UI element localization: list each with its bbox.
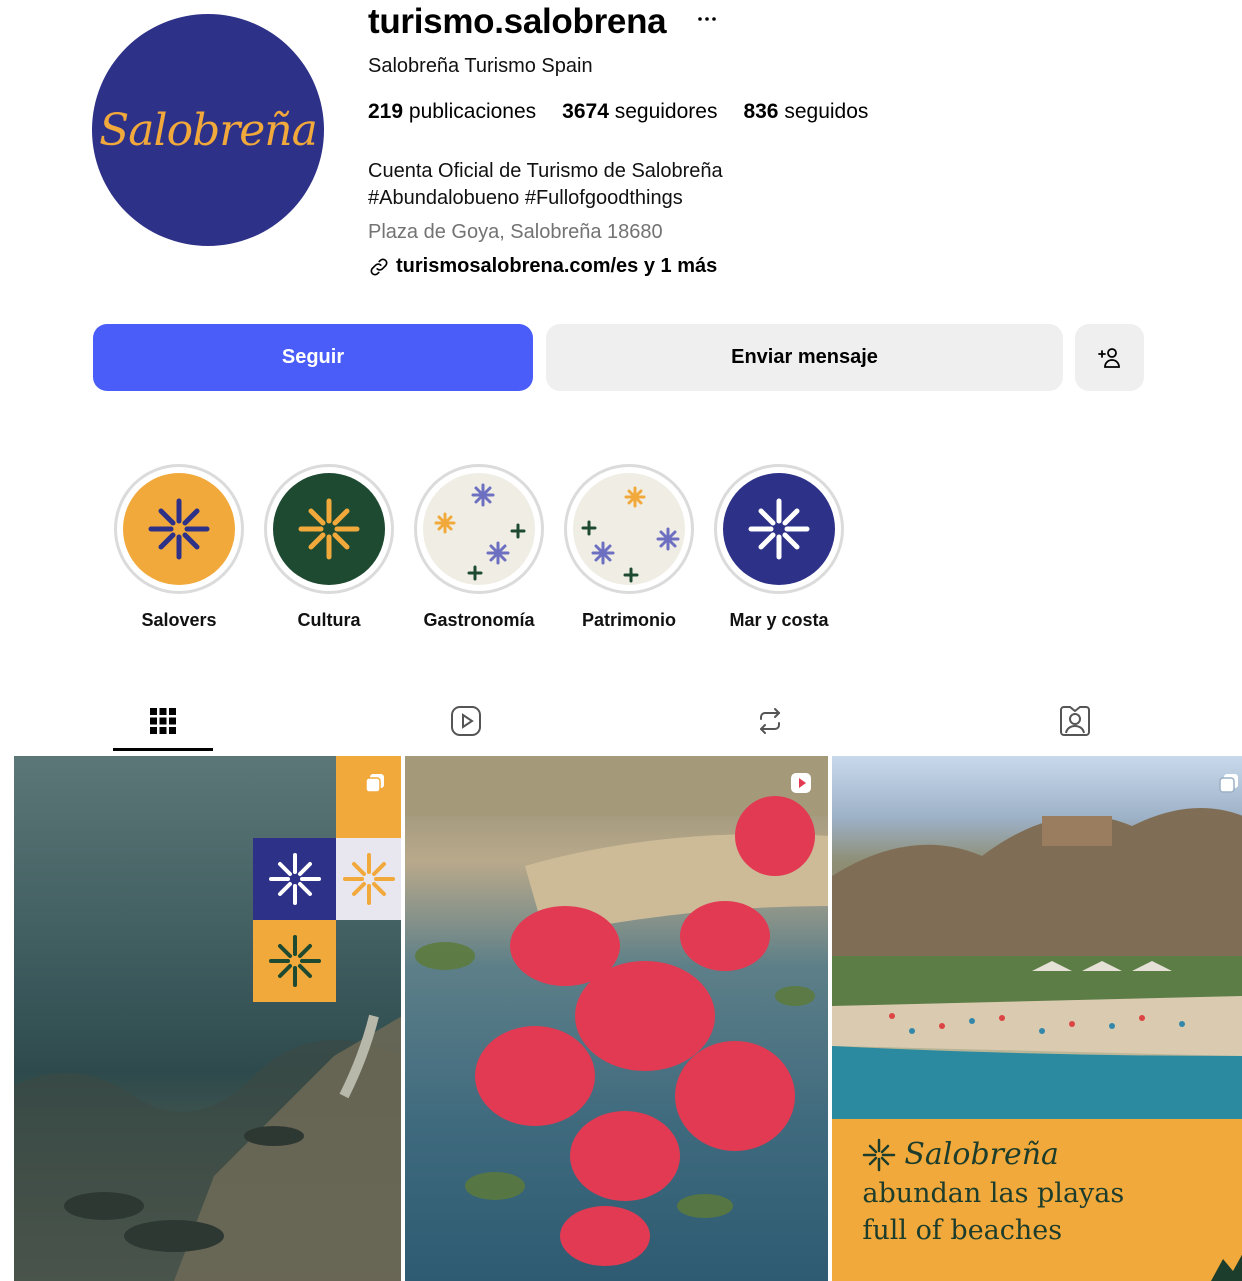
- profile-avatar[interactable]: Salobreña: [92, 14, 324, 246]
- pattern-tile: [253, 838, 336, 920]
- promo-banner: Salobreña abundan las playas full of bea…: [832, 1119, 1242, 1281]
- highlight-label: Cultura: [297, 610, 361, 630]
- avatar-logo-text: Salobreña: [99, 104, 318, 156]
- highlight-mar-y-costa[interactable]: Mar y costa: [714, 464, 844, 631]
- highlight-cover: [123, 473, 235, 585]
- posts-stat[interactable]: 219 publicaciones: [368, 100, 536, 124]
- pattern-tile: [336, 756, 401, 838]
- carousel-icon: [365, 774, 384, 793]
- highlight-cover: [273, 473, 385, 585]
- send-message-button[interactable]: Enviar mensaje: [546, 324, 1063, 391]
- following-count: 836: [743, 100, 779, 123]
- highlight-ring: [414, 464, 544, 594]
- banner-line-es: abundan las playas: [862, 1178, 1125, 1209]
- sparkle-icon: [748, 498, 810, 560]
- pattern-tile: [336, 838, 401, 920]
- sparkle-icon: [148, 498, 210, 560]
- bougainvillea-illustration: [404, 756, 829, 1266]
- profile-tabs: [0, 690, 1242, 754]
- profile-username: turismo.salobrena: [368, 2, 667, 41]
- add-person-icon: [1097, 347, 1120, 368]
- tab-posts[interactable]: [113, 690, 213, 752]
- grid-post[interactable]: [14, 756, 401, 1281]
- followers-count: 3674: [562, 100, 609, 123]
- profile-link-text: turismosalobrena.com/es y 1 más: [396, 255, 718, 277]
- followers-label: seguidores: [614, 100, 718, 123]
- following-stat[interactable]: 836 seguidos: [743, 100, 868, 124]
- highlight-ring: [114, 464, 244, 594]
- highlight-salovers[interactable]: Salovers: [114, 464, 244, 631]
- beach-town-illustration: [832, 808, 1242, 1119]
- follow-button[interactable]: Seguir: [93, 324, 533, 391]
- highlight-cultura[interactable]: Cultura: [264, 464, 394, 631]
- highlight-ring: [264, 464, 394, 594]
- highlight-ring: [564, 464, 694, 594]
- tab-reels[interactable]: [416, 690, 516, 752]
- sparkle-icon: [268, 935, 321, 987]
- sparkle-icon: [343, 853, 395, 905]
- more-options-icon[interactable]: [696, 6, 718, 29]
- banner-brand: Salobreña: [862, 1137, 1242, 1172]
- grid-post[interactable]: Salobreña abundan las playas full of bea…: [832, 756, 1242, 1281]
- highlight-ring: [714, 464, 844, 594]
- profile-stats: 219 publicaciones 3674 seguidores 836 se…: [368, 100, 868, 124]
- sparkle-icon: [268, 853, 321, 905]
- sparkle-icon: [298, 498, 360, 560]
- suggest-account-button[interactable]: [1075, 324, 1144, 391]
- banner-line-en: full of beaches: [862, 1215, 1063, 1246]
- followers-stat[interactable]: 3674 seguidores: [562, 100, 717, 124]
- grid-post[interactable]: [404, 756, 829, 1281]
- posts-label: publicaciones: [408, 100, 537, 123]
- tab-tagged[interactable]: [1025, 690, 1125, 752]
- highlight-label: Mar y costa: [729, 610, 829, 630]
- highlight-cover: [423, 473, 535, 585]
- sparkle-icon: [863, 1138, 896, 1171]
- posts-count: 219: [368, 100, 404, 123]
- profile-address: Plaza de Goya, Salobreña 18680: [368, 221, 663, 243]
- link-icon: [370, 258, 388, 275]
- banner-brand-text: Salobreña: [904, 1137, 1059, 1172]
- following-label: seguidos: [784, 100, 869, 123]
- posts-grid: Salobreña abundan las playas full of bea…: [14, 756, 1242, 1281]
- tab-reposts[interactable]: [720, 690, 820, 752]
- repost-icon: [760, 708, 780, 734]
- pattern-tile: [253, 920, 336, 1002]
- sparkle-pattern-icon: [434, 483, 526, 581]
- highlight-label: Gastronomía: [423, 610, 535, 630]
- corner-logo-icon: [1211, 1255, 1242, 1281]
- highlight-label: Patrimonio: [581, 610, 676, 630]
- bio-hashtags[interactable]: #Abundalobueno #Fullofgoodthings: [368, 187, 683, 210]
- story-highlights: Salovers Cultura Gastronomía Patrimonio …: [114, 464, 844, 631]
- reels-icon: [451, 706, 481, 736]
- highlight-label: Salovers: [141, 610, 217, 630]
- highlight-patrimonio[interactable]: Patrimonio: [564, 464, 694, 631]
- tagged-icon: [1060, 706, 1090, 736]
- profile-full-name: Salobreña Turismo Spain: [368, 55, 593, 77]
- reel-icon: [790, 773, 811, 793]
- sparkle-pattern-icon: [581, 486, 680, 583]
- bio-line: Cuenta Oficial de Turismo de Salobreña: [368, 160, 723, 182]
- highlight-cover: [723, 473, 835, 585]
- highlight-cover: [573, 473, 685, 585]
- grid-icon: [150, 708, 176, 734]
- carousel-icon: [1219, 774, 1239, 793]
- active-tab-indicator: [113, 748, 213, 751]
- highlight-gastronomia[interactable]: Gastronomía: [414, 464, 544, 631]
- profile-link[interactable]: turismosalobrena.com/es y 1 más: [368, 255, 717, 278]
